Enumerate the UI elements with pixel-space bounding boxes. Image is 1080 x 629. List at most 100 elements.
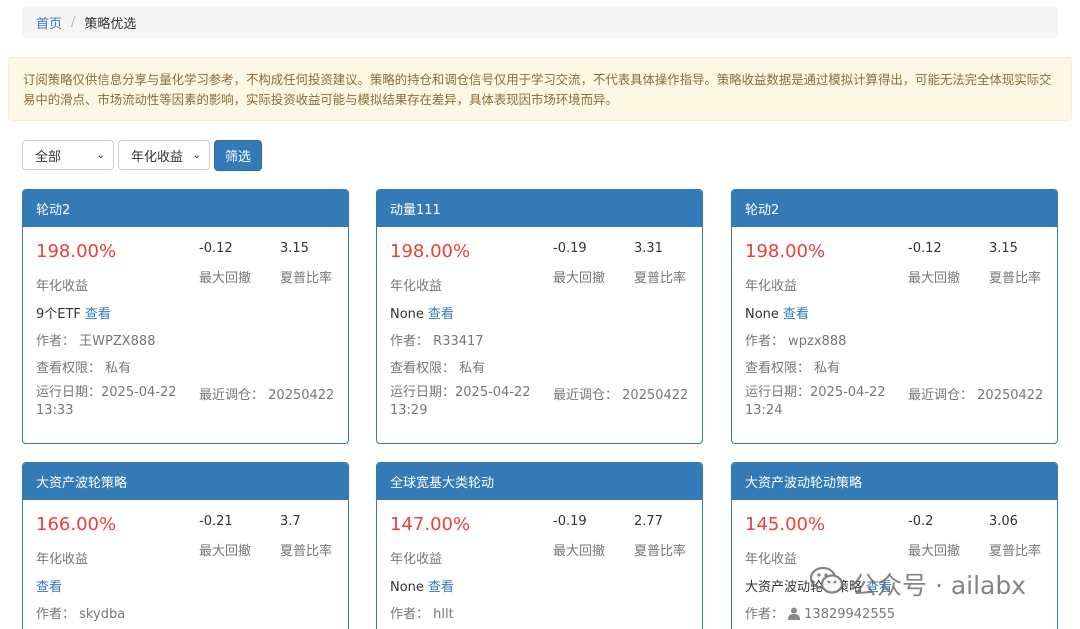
chevron-down-icon: ⌄ — [192, 149, 201, 161]
strategy-description: 查看 — [36, 576, 62, 595]
author-line: 作者： wpzx888 — [745, 330, 846, 349]
sharpe-label: 夏普比率 — [989, 271, 1042, 286]
description-text: None — [390, 580, 424, 595]
user-icon — [788, 607, 801, 624]
author-name: hllt — [433, 607, 454, 622]
filter-bar: 全部 ⌄ 年化收益 ⌄ 筛选 — [22, 140, 262, 171]
breadcrumb-current: 策略优选 — [84, 16, 137, 32]
rebalance-prefix: 最近调仓： — [199, 388, 265, 403]
max-drawdown-value: -0.12 — [908, 241, 942, 256]
annual-return-value: 198.00% — [390, 241, 471, 262]
view-link[interactable]: 查看 — [428, 307, 454, 322]
annual-return-value: 198.00% — [745, 241, 826, 262]
author-line: 作者： skydba — [36, 603, 125, 622]
sort-select[interactable]: 年化收益 ⌄ — [118, 140, 210, 170]
run-date-prefix: 运行日期： — [390, 385, 456, 400]
author-name: skydba — [79, 607, 126, 622]
card-title[interactable]: 全球宽基大类轮动 — [377, 463, 702, 500]
strategy-card[interactable]: 动量111 198.00% 年化收益 -0.19 最大回撤 3.31 夏普比率 … — [376, 189, 703, 444]
sharpe-label: 夏普比率 — [280, 544, 333, 559]
filter-button[interactable]: 筛选 — [214, 140, 262, 171]
max-drawdown-label: 最大回撤 — [199, 271, 252, 286]
strategy-card[interactable]: 轮动2 198.00% 年化收益 -0.12 最大回撤 3.15 夏普比率 No… — [731, 189, 1058, 444]
author-line: 作者： 王WPZX888 — [36, 330, 155, 349]
card-title[interactable]: 大资产波轮策略 — [23, 463, 348, 500]
breadcrumb-home-link[interactable]: 首页 — [36, 13, 62, 32]
max-drawdown-label: 最大回撤 — [553, 271, 606, 286]
run-date-prefix: 运行日期： — [36, 385, 102, 400]
run-date: 运行日期：2025-04-22 13:24 — [745, 384, 886, 420]
run-date: 运行日期：2025-04-22 13:33 — [36, 384, 177, 420]
sharpe-value: 2.77 — [634, 514, 663, 529]
strategy-card[interactable]: 轮动2 198.00% 年化收益 -0.12 最大回撤 3.15 夏普比率 9个… — [22, 189, 349, 444]
run-date-day: 2025-04-22 — [101, 385, 177, 400]
sort-select-value: 年化收益 — [131, 149, 184, 165]
run-date-time: 13:29 — [390, 403, 428, 418]
max-drawdown-label: 最大回撤 — [553, 544, 606, 559]
card-title[interactable]: 轮动2 — [732, 190, 1057, 227]
annual-return-label: 年化收益 — [745, 552, 798, 567]
rebalance-prefix: 最近调仓： — [553, 388, 619, 403]
max-drawdown-value: -0.12 — [199, 241, 233, 256]
breadcrumb: 首页 / 策略优选 — [22, 6, 1058, 38]
max-drawdown-label: 最大回撤 — [908, 271, 961, 286]
author-prefix: 作者： — [390, 334, 430, 349]
wechat-icon — [809, 566, 844, 602]
run-date: 运行日期：2025-04-22 13:29 — [390, 384, 531, 420]
last-rebalance: 最近调仓： 20250422 — [553, 384, 688, 403]
author-name: 王WPZX888 — [79, 334, 156, 349]
watermark-text: 公众号 · ailabx — [852, 571, 1027, 600]
rebalance-date: 20250422 — [977, 388, 1044, 403]
run-date-time: 13:24 — [745, 403, 783, 418]
annual-return-label: 年化收益 — [36, 552, 89, 567]
max-drawdown-value: -0.2 — [908, 514, 934, 529]
card-title[interactable]: 大资产波动轮动策略 — [732, 463, 1057, 500]
permission-prefix: 查看权限： — [36, 361, 102, 376]
last-rebalance: 最近调仓： 20250422 — [199, 384, 334, 403]
strategy-card[interactable]: 大资产波轮策略 166.00% 年化收益 -0.21 最大回撤 3.7 夏普比率… — [22, 462, 349, 629]
author-prefix: 作者： — [390, 607, 430, 622]
strategy-card[interactable]: 全球宽基大类轮动 147.00% 年化收益 -0.19 最大回撤 2.77 夏普… — [376, 462, 703, 629]
annual-return-label: 年化收益 — [390, 552, 443, 567]
permission-prefix: 查看权限： — [745, 361, 811, 376]
annual-return-value: 198.00% — [36, 241, 117, 262]
category-select-value: 全部 — [35, 149, 62, 165]
description-text: None — [745, 307, 779, 322]
view-link[interactable]: 查看 — [428, 580, 454, 595]
author-prefix: 作者： — [745, 334, 785, 349]
permission-line: 查看权限： 私有 — [390, 357, 485, 376]
annual-return-label: 年化收益 — [745, 279, 798, 294]
max-drawdown-value: -0.19 — [553, 241, 587, 256]
card-title[interactable]: 轮动2 — [23, 190, 348, 227]
sharpe-label: 夏普比率 — [280, 271, 333, 286]
sharpe-label: 夏普比率 — [634, 271, 687, 286]
author-prefix: 作者： — [745, 607, 785, 622]
sharpe-value: 3.06 — [989, 514, 1018, 529]
card-title[interactable]: 动量111 — [377, 190, 702, 227]
view-link[interactable]: 查看 — [36, 580, 62, 595]
rebalance-date: 20250422 — [268, 388, 335, 403]
view-link[interactable]: 查看 — [783, 307, 809, 322]
annual-return-value: 145.00% — [745, 514, 826, 535]
last-rebalance: 最近调仓： 20250422 — [908, 384, 1043, 403]
strategy-description: None 查看 — [390, 576, 454, 595]
sharpe-value: 3.7 — [280, 514, 301, 529]
description-text: 9个ETF — [36, 307, 81, 322]
max-drawdown-label: 最大回撤 — [908, 544, 961, 559]
strategy-card[interactable]: 大资产波动轮动策略 145.00% 年化收益 -0.2 最大回撤 3.06 夏普… — [731, 462, 1058, 629]
author-prefix: 作者： — [36, 607, 76, 622]
permission-value: 私有 — [105, 361, 132, 376]
permission-value: 私有 — [814, 361, 841, 376]
description-text: None — [390, 307, 424, 322]
rebalance-prefix: 最近调仓： — [908, 388, 974, 403]
category-select[interactable]: 全部 ⌄ — [22, 140, 114, 170]
view-link[interactable]: 查看 — [85, 307, 111, 322]
strategy-description: 9个ETF 查看 — [36, 303, 111, 322]
author-name: 13829942555 — [804, 607, 896, 622]
annual-return-value: 147.00% — [390, 514, 471, 535]
sharpe-label: 夏普比率 — [989, 544, 1042, 559]
author-name: wpzx888 — [788, 334, 847, 349]
permission-line: 查看权限： 私有 — [745, 357, 840, 376]
annual-return-value: 166.00% — [36, 514, 117, 535]
permission-line: 查看权限： 私有 — [36, 357, 131, 376]
